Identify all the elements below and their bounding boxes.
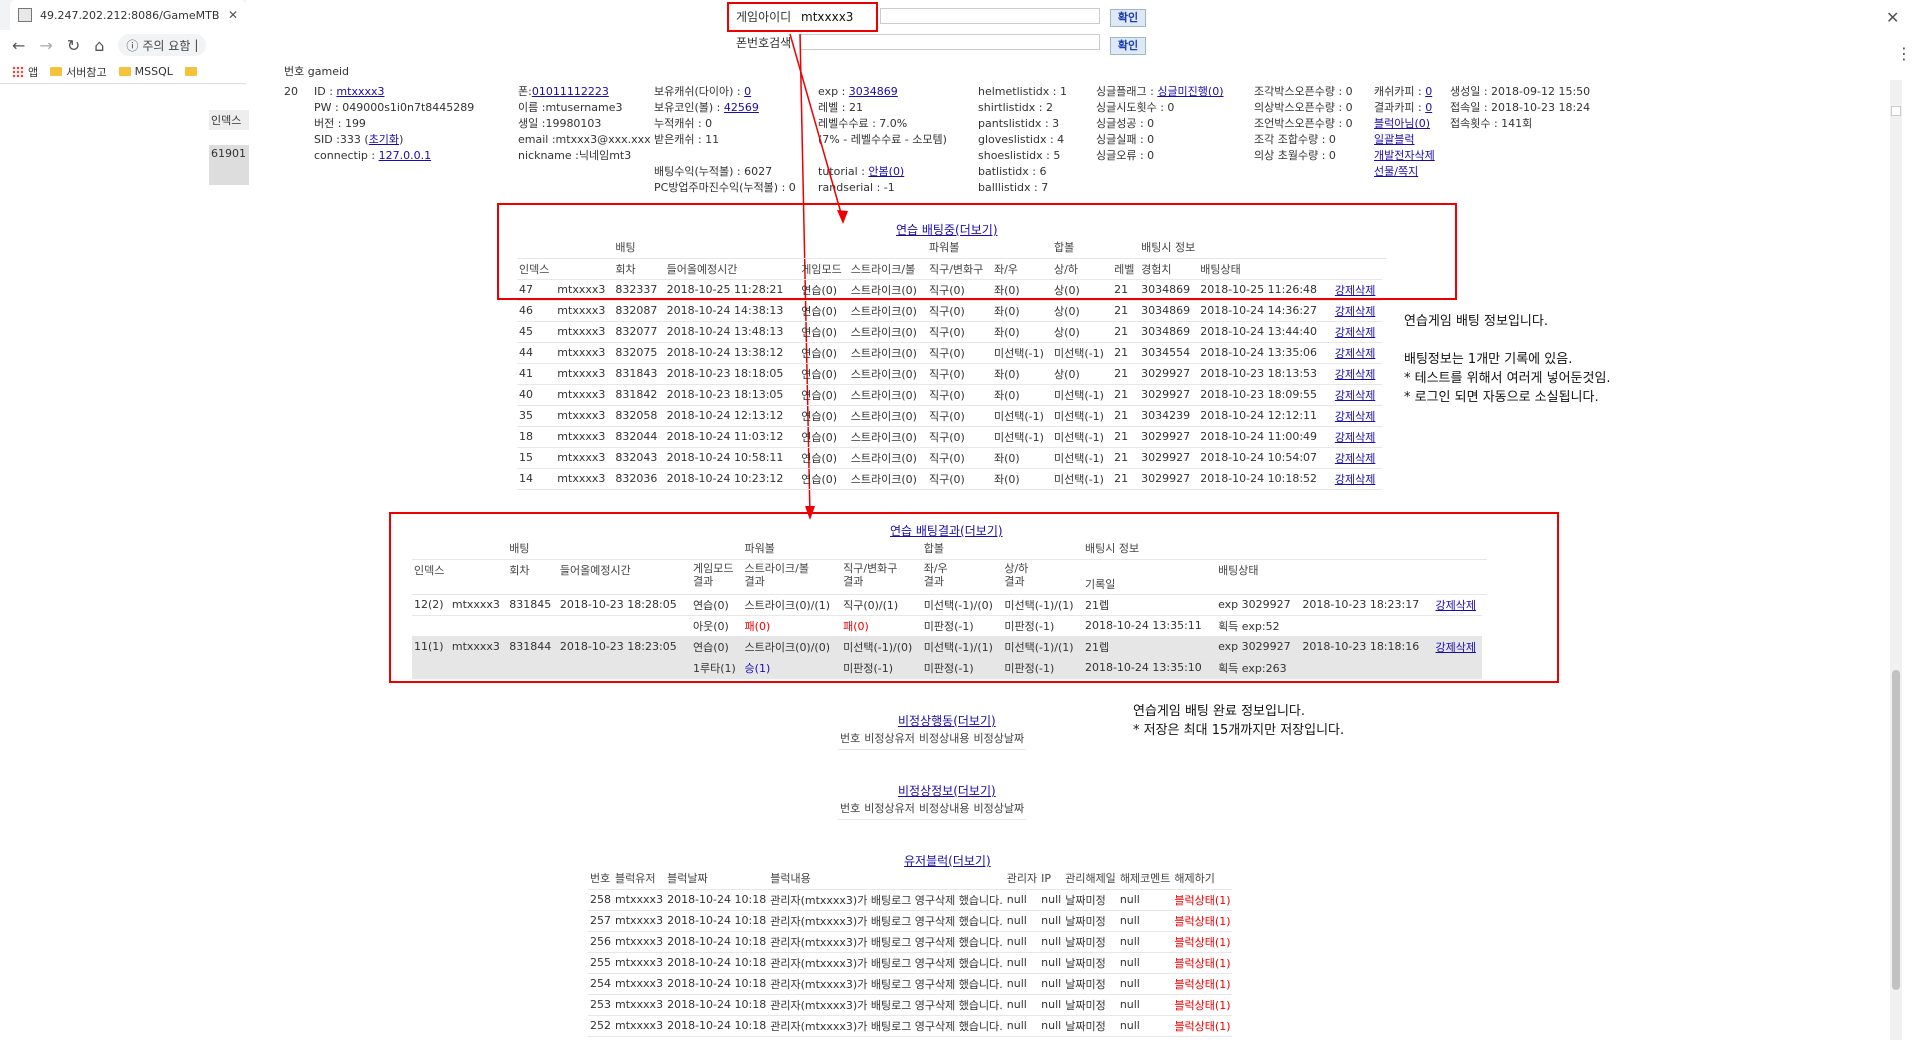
betting-row: 45 mtxxxx3 832077 2018-10-24 13:48:13 연습(0) 스… (517, 321, 1387, 343)
results-rows: 12(2) mtxxxx3 831845 2018-10-23 18:28:05 연습(… (412, 594, 1487, 679)
user-block-row: 257 mtxxxx3 2018-10-24 10:18 관리자(mtxxxx3)가 … (588, 910, 1233, 932)
force-delete-link[interactable]: 강제삭제 (1335, 431, 1375, 444)
results-header-lr: 좌/우 결과 (921, 559, 1003, 595)
close-window-icon[interactable]: ✕ (1886, 8, 1899, 27)
force-delete-link[interactable]: 강제삭제 (1335, 389, 1375, 402)
results-header-pitch: 직구/변화구 결과 (841, 559, 922, 595)
betting-header: 인덱스 회차 들어올예정시간 게임모드 스트라이크/볼 직구/변화구 좌/우 상/하 레벨 경험치… (517, 258, 1387, 280)
results-table: 배팅 파워볼 합볼 배팅시 정보 인덱스 회차 들어올예정시간 게임모드 결과 스트라이크… (412, 538, 1487, 679)
betting-row: 14 mtxxxx3 832036 2018-10-24 10:23:12 연습(0) 스… (517, 468, 1387, 490)
user-block-row: 256 mtxxxx3 2018-10-24 10:18 관리자(mtxxxx3)가 … (588, 931, 1233, 953)
user-block-row: 258 mtxxxx3 2018-10-24 10:18 관리자(mtxxxx3)가 … (588, 889, 1233, 911)
results-header-mode: 게임모드 결과 (690, 559, 743, 595)
abnormal-info-table: 번호 비정상유저 비정상내용 비정상날짜 (838, 798, 1027, 820)
block-status[interactable]: 블럭상태(1) (1172, 889, 1233, 911)
betting-more-link[interactable]: 연습 배팅중(더보기) (896, 221, 998, 238)
abnormal-action-more-link[interactable]: 비정상행동(더보기) (898, 712, 996, 729)
force-delete-link[interactable]: 강제삭제 (1335, 368, 1375, 381)
force-delete-link[interactable]: 강제삭제 (1335, 473, 1375, 486)
user-block-row: 253 mtxxxx3 2018-10-24 10:18 관리자(mtxxxx3)가 … (588, 994, 1233, 1016)
betting-table: 배팅 파워볼 합볼 배팅시 정보 인덱스 회차 들어올예정시간 게임모드 스트라이크/볼 직구/… (517, 237, 1387, 490)
betting-row: 40 mtxxxx3 831842 2018-10-23 18:13:05 연습(0) 스… (517, 384, 1387, 406)
block-status[interactable]: 블럭상태(1) (1172, 994, 1233, 1016)
force-delete-link[interactable]: 강제삭제 (1335, 410, 1375, 423)
abnormal-action-table: 번호 비정상유저 비정상내용 비정상날짜 (838, 728, 1027, 750)
block-status[interactable]: 블럭상태(1) (1172, 931, 1233, 953)
results-header-record: 기록일 (1082, 559, 1217, 595)
block-status[interactable]: 블럭상태(1) (1172, 952, 1233, 974)
result-detail-row: 1루타(1) 승(1) 미판정(-1) 미판정(-1) 미판정(-1) 2018-10-2… (412, 657, 1487, 679)
user-block-rows: 258 mtxxxx3 2018-10-24 10:18 관리자(mtxxxx3)가 … (588, 889, 1233, 1037)
browser-right-edge: ✕ ⋮ (1872, 0, 1920, 1040)
user-block-more-link[interactable]: 유저블럭(더보기) (904, 852, 991, 869)
scrollbar-top-box (1891, 106, 1901, 116)
user-block-row: 255 mtxxxx3 2018-10-24 10:18 관리자(mtxxxx3)가 … (588, 952, 1233, 974)
betting-group-header: 배팅 파워볼 합볼 배팅시 정보 (517, 237, 1387, 259)
block-status[interactable]: 블럭상태(1) (1172, 1015, 1233, 1037)
force-delete-link[interactable]: 강제삭제 (1435, 641, 1475, 654)
results-more-link[interactable]: 연습 배팅결과(더보기) (890, 522, 1003, 539)
betting-row: 18 mtxxxx3 832044 2018-10-24 11:03:12 연습(0) 스… (517, 426, 1387, 448)
betting-note: 연습게임 배팅 정보입니다. 배팅정보는 1개만 기록에 있음. * 테스트를 … (1404, 314, 1611, 405)
force-delete-link[interactable]: 강제삭제 (1335, 347, 1375, 360)
results-header-status: 배팅상태 (1216, 559, 1434, 595)
force-delete-link[interactable]: 강제삭제 (1335, 326, 1375, 339)
user-block-header: 번호 블럭유저 블럭날짜 블럭내용 관리자 IP 관리해제일 해제코멘트 해제하기 (588, 868, 1233, 890)
results-note: 연습게임 배팅 완료 정보입니다. * 저장은 최대 15개까지만 저장입니다. (1133, 704, 1345, 738)
betting-rows: 47 mtxxxx3 832337 2018-10-25 11:28:21 연습(0) 스… (517, 279, 1387, 490)
result-detail-row: 아웃(0) 패(0) 패(0) 미판정(-1) 미판정(-1) 2018-10-24 13… (412, 615, 1487, 637)
block-status[interactable]: 블럭상태(1) (1172, 910, 1233, 932)
abnormal-info-more-link[interactable]: 비정상정보(더보기) (898, 782, 996, 799)
user-block-row: 252 mtxxxx3 2018-10-24 10:18 관리자(mtxxxx3)가 … (588, 1015, 1233, 1037)
result-row: 11(1) mtxxxx3 831844 2018-10-23 18:23:05 연습(… (412, 636, 1487, 658)
betting-row: 35 mtxxxx3 832058 2018-10-24 12:13:12 연습(0) 스… (517, 405, 1387, 427)
results-header-strike: 스트라이크/볼 결과 (742, 559, 842, 595)
scrollbar-thumb[interactable] (1892, 670, 1900, 990)
betting-row: 41 mtxxxx3 831843 2018-10-23 18:18:05 연습(0) 스… (517, 363, 1387, 385)
betting-row: 46 mtxxxx3 832087 2018-10-24 14:38:13 연습(0) 스… (517, 300, 1387, 322)
user-block-row: 254 mtxxxx3 2018-10-24 10:18 관리자(mtxxxx3)가 … (588, 973, 1233, 995)
menu-icon[interactable]: ⋮ (1896, 44, 1912, 63)
block-status[interactable]: 블럭상태(1) (1172, 973, 1233, 995)
force-delete-link[interactable]: 강제삭제 (1335, 452, 1375, 465)
results-group-header: 배팅 파워볼 합볼 배팅시 정보 (412, 538, 1487, 560)
force-delete-link[interactable]: 강제삭제 (1335, 284, 1375, 297)
results-header: 인덱스 회차 들어올예정시간 게임모드 결과 스트라이크/볼 결과 직구/변화구 결… (412, 559, 1487, 595)
betting-row: 15 mtxxxx3 832043 2018-10-24 10:58:11 연습(0) 스… (517, 447, 1387, 469)
force-delete-link[interactable]: 강제삭제 (1435, 599, 1475, 612)
betting-row: 47 mtxxxx3 832337 2018-10-25 11:28:21 연습(0) 스… (517, 279, 1387, 301)
betting-row: 44 mtxxxx3 832075 2018-10-24 13:38:12 연습(0) 스… (517, 342, 1387, 364)
result-row: 12(2) mtxxxx3 831845 2018-10-23 18:28:05 연습(… (412, 594, 1487, 616)
results-header-ud: 상/하 결과 (1002, 559, 1083, 595)
force-delete-link[interactable]: 강제삭제 (1335, 305, 1375, 318)
user-block-table: 번호 블럭유저 블럭날짜 블럭내용 관리자 IP 관리해제일 해제코멘트 해제하기 258 mtx… (588, 868, 1233, 1037)
